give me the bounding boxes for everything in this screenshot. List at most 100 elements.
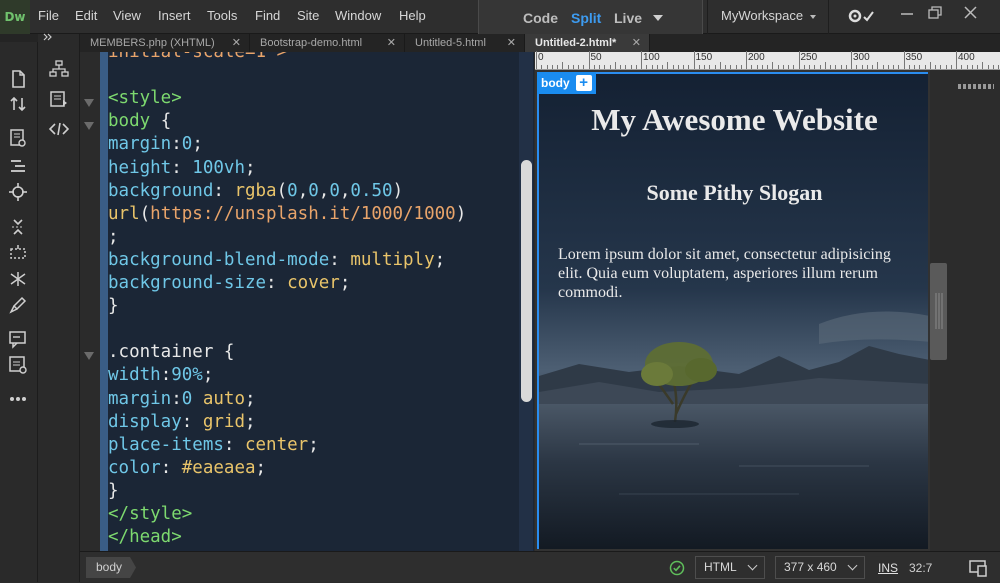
ruler-tick: [672, 65, 674, 69]
menu-file[interactable]: File: [38, 0, 59, 34]
workspace-switcher[interactable]: MyWorkspace: [707, 0, 829, 34]
element-tag-badge[interactable]: body +: [537, 72, 596, 94]
live-view-page[interactable]: My Awesome Website Some Pithy Slogan Lor…: [537, 72, 928, 549]
ruler-tick: [614, 62, 616, 69]
menu-insert[interactable]: Insert: [158, 0, 191, 34]
code-line[interactable]: body {: [108, 110, 171, 133]
collapse-panel-icon[interactable]: [42, 32, 54, 45]
code-line[interactable]: margin:0;: [108, 133, 203, 156]
no-errors-check-icon[interactable]: [669, 560, 685, 581]
code-line[interactable]: background: rgba(0,0,0,0.50): [108, 180, 403, 203]
code-token: ;: [255, 457, 267, 478]
code-token: :: [171, 157, 193, 178]
tab-untitled-5[interactable]: Untitled-5.html ✕: [405, 34, 525, 52]
lake-background-image: [539, 74, 928, 549]
tag-selector-breadcrumb[interactable]: body: [86, 557, 137, 578]
dom-tree-icon[interactable]: [48, 58, 70, 80]
code-text[interactable]: initial-scale=1"> <style> body {margin:0; h…: [108, 52, 518, 551]
code-line[interactable]: width:90%;: [108, 364, 213, 387]
live-view-button[interactable]: Live: [614, 10, 642, 26]
code-line[interactable]: </head>: [108, 526, 182, 549]
assets-icon[interactable]: [48, 88, 70, 110]
intro-paragraph[interactable]: Lorem ipsum dolor sit amet, consectetur …: [558, 245, 918, 302]
code-line[interactable]: color: #eaeaea;: [108, 457, 266, 480]
tab-bootstrap-demo[interactable]: Bootstrap-demo.html ✕: [250, 34, 405, 52]
code-tag-icon[interactable]: [48, 118, 70, 140]
tab-members-php[interactable]: MEMBERS.php (XHTML) ✕: [80, 34, 250, 52]
indent-icon[interactable]: [7, 268, 29, 290]
menu-tools[interactable]: Tools: [207, 0, 237, 34]
ruler-tick: [803, 65, 805, 69]
format-lines-icon[interactable]: [7, 155, 29, 177]
code-line[interactable]: ;: [108, 226, 119, 249]
fold-arrow-icon[interactable]: [84, 352, 94, 360]
code-hint-icon[interactable]: [7, 354, 29, 376]
menu-window[interactable]: Window: [335, 0, 381, 34]
more-tools-icon[interactable]: [7, 388, 29, 410]
ruler-tick: [798, 51, 800, 69]
settings-sync-icon[interactable]: [847, 7, 874, 27]
restore-icon[interactable]: [926, 4, 946, 24]
file-icon[interactable]: [7, 68, 29, 90]
brush-icon[interactable]: [7, 294, 29, 316]
get-put-files-icon[interactable]: [7, 93, 29, 115]
code-line[interactable]: .container {: [108, 341, 234, 364]
code-line[interactable]: background-size: cover;: [108, 272, 350, 295]
ruler-tick: [956, 51, 957, 69]
document-type-select[interactable]: HTML: [695, 556, 765, 579]
site-title[interactable]: My Awesome Website: [539, 102, 928, 138]
add-element-icon[interactable]: +: [575, 75, 592, 91]
target-icon[interactable]: [7, 181, 29, 203]
ruler-tick: [646, 65, 648, 69]
expand-collapse-icon[interactable]: [7, 216, 29, 238]
split-view-button[interactable]: Split: [571, 10, 601, 26]
close-tab-icon[interactable]: ✕: [387, 34, 396, 52]
window-size-select[interactable]: 377 x 460: [775, 556, 865, 579]
view-dropdown-icon[interactable]: [653, 15, 663, 21]
close-tab-icon[interactable]: ✕: [507, 34, 516, 52]
menu-view[interactable]: View: [113, 0, 141, 34]
code-token: ;: [339, 273, 351, 293]
ruler-tick: [788, 65, 789, 69]
close-window-icon[interactable]: [961, 4, 981, 24]
code-line[interactable]: url(https://unsplash.it/1000/1000): [108, 203, 466, 226]
code-line[interactable]: place-items: center;: [108, 434, 319, 457]
ruler-tick: [620, 65, 621, 69]
code-editor[interactable]: initial-scale=1"> <style> body {margin:0; h…: [80, 52, 534, 551]
status-bar: body HTML 377 x 460 INS 32:7: [80, 551, 1000, 582]
code-line[interactable]: </style>: [108, 503, 192, 526]
close-tab-icon[interactable]: ✕: [232, 34, 241, 52]
code-line[interactable]: margin:0 auto;: [108, 388, 256, 411]
live-view-scrollbar[interactable]: [930, 263, 947, 360]
document-settings-icon[interactable]: [7, 127, 29, 149]
comment-icon[interactable]: [7, 328, 29, 350]
ruler-tick: [609, 65, 611, 69]
code-line[interactable]: height: 100vh;: [108, 157, 256, 180]
code-token: ): [455, 203, 467, 224]
code-line[interactable]: <style>: [108, 87, 182, 110]
menu-help[interactable]: Help: [399, 0, 426, 34]
tab-untitled-2[interactable]: Untitled-2.html* ✕: [525, 34, 650, 52]
fold-arrow-icon[interactable]: [84, 122, 94, 130]
ruler-tick: [546, 65, 548, 69]
menu-edit[interactable]: Edit: [75, 0, 97, 34]
resize-handle-icon[interactable]: [958, 84, 994, 89]
site-slogan[interactable]: Some Pithy Slogan: [539, 180, 928, 206]
code-line[interactable]: initial-scale=1">: [108, 52, 287, 64]
close-tab-icon[interactable]: ✕: [632, 34, 641, 52]
minimize-icon[interactable]: [898, 4, 918, 24]
select-block-icon[interactable]: [7, 242, 29, 264]
fold-arrow-icon[interactable]: [84, 99, 94, 107]
code-line[interactable]: background-blend-mode: multiply;: [108, 249, 445, 272]
code-scrollbar-thumb[interactable]: [521, 160, 532, 402]
ruler-tick: [578, 65, 579, 69]
preview-device-icon[interactable]: [968, 558, 988, 583]
code-line[interactable]: display: grid;: [108, 411, 256, 434]
insert-mode-indicator[interactable]: INS: [878, 561, 898, 575]
code-line[interactable]: }: [108, 480, 119, 503]
code-line[interactable]: }: [108, 295, 119, 318]
code-view-button[interactable]: Code: [523, 10, 558, 26]
ruler-tick: [588, 51, 590, 69]
menu-site[interactable]: Site: [297, 0, 319, 34]
menu-find[interactable]: Find: [255, 0, 280, 34]
